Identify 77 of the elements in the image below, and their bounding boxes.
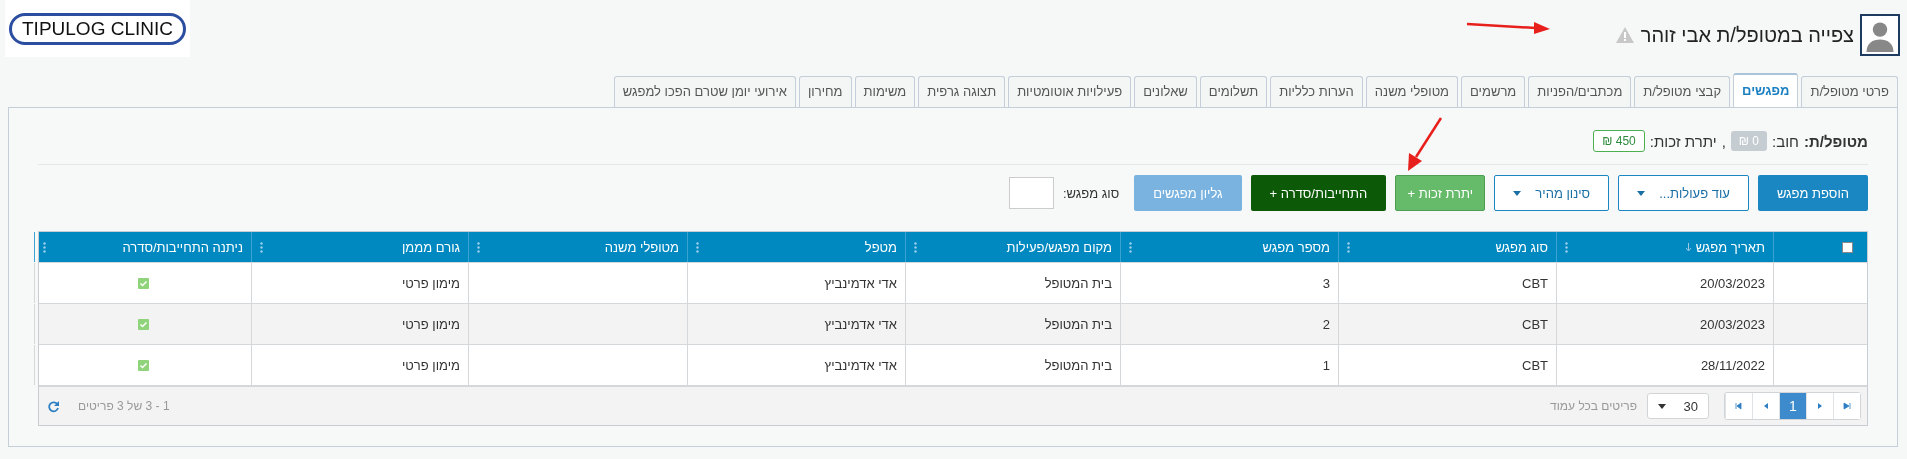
page-button[interactable]: 1: [1779, 393, 1806, 419]
table-cell: מימון פרטי: [401, 316, 460, 332]
tab[interactable]: שאלונים: [1134, 76, 1197, 107]
tab[interactable]: אירועי יומן שטרם הפכו למפגש: [613, 76, 796, 107]
table-cell: 20/03/2023: [1699, 316, 1765, 332]
refresh-icon[interactable]: [47, 399, 60, 413]
credit-label: יתרת זכות:: [1649, 132, 1717, 150]
patient-label: מטופל/ת:: [1803, 132, 1868, 150]
table-cell: בית המטופל: [1044, 357, 1112, 373]
caret-icon: [1637, 190, 1646, 196]
triangle-icon: [1762, 402, 1770, 410]
table-cell: CBT: [1522, 316, 1548, 332]
tab[interactable]: מרשמים: [1461, 76, 1526, 107]
tab[interactable]: מפגשים: [1733, 73, 1799, 107]
tab[interactable]: קבצי מטופל/ת: [1634, 76, 1731, 107]
caret-icon: [1513, 190, 1522, 196]
tab[interactable]: משימות: [854, 76, 916, 107]
column-header[interactable]: מטפל: [864, 239, 897, 255]
column-menu-icon[interactable]: [1565, 241, 1568, 253]
column-menu-icon[interactable]: [43, 241, 46, 253]
column-header[interactable]: תאריך מפגש: [1684, 239, 1765, 255]
avatar-icon: [1860, 14, 1900, 56]
column-menu-icon[interactable]: [1129, 241, 1132, 253]
column-header[interactable]: מטופלי משנה: [604, 239, 679, 255]
page-size-dropdown[interactable]: 30: [1647, 393, 1709, 419]
tab[interactable]: מכתבים/הפניות: [1528, 76, 1632, 107]
tab[interactable]: פרטי מטופל/ת: [1801, 76, 1898, 107]
warning-icon: [1614, 26, 1635, 44]
session-type-field[interactable]: [1008, 177, 1054, 209]
table-cell: אדי אדמינביץ: [824, 316, 897, 332]
tab[interactable]: תשלומים: [1199, 76, 1268, 107]
column-menu-icon[interactable]: [914, 241, 917, 253]
column-menu-icon[interactable]: [260, 241, 263, 253]
debt-amount: ₪ 0: [1730, 131, 1768, 151]
items-summary: 1 - 3 של 3 פריטים: [78, 399, 170, 413]
caret-icon: [1658, 403, 1666, 409]
viewing-notice: צפייה במטופל/ת אבי זוהר: [1640, 23, 1854, 47]
tab[interactable]: פעילויות אוטומטיות: [1008, 76, 1132, 107]
toolbar-button[interactable]: התחייבות/סדרה +: [1250, 175, 1387, 211]
tab[interactable]: מטופלי משנה: [1365, 76, 1459, 107]
tab[interactable]: תצוגה גרפית: [918, 76, 1006, 107]
credit-amount: ₪ 450: [1593, 130, 1645, 152]
column-menu-icon[interactable]: [477, 241, 480, 253]
column-header[interactable]: ניתנה התחייבות/סדרה: [122, 239, 243, 255]
page-size-label: פריטים בכל עמוד: [1550, 399, 1637, 413]
table-cell: 2: [1322, 316, 1330, 332]
table-cell: אדי אדמינביץ: [824, 357, 897, 373]
toolbar-button[interactable]: סינון מהיר: [1494, 175, 1610, 211]
annotation-arrow: [1405, 117, 1443, 171]
table-cell: מימון פרטי: [401, 357, 460, 373]
table-cell: מימון פרטי: [401, 275, 460, 291]
table-cell: בית המטופל: [1044, 275, 1112, 291]
column-header[interactable]: גורם מממן: [401, 239, 460, 255]
column-header[interactable]: סוג מפגש: [1495, 239, 1548, 255]
column-menu-icon[interactable]: [1347, 241, 1350, 253]
table-cell: אדי אדמינביץ: [824, 275, 897, 291]
first-page-button[interactable]: [1833, 393, 1860, 419]
column-header[interactable]: מקום מפגש/פעילות: [1006, 239, 1112, 255]
table-cell: CBT: [1522, 275, 1548, 291]
tab[interactable]: הערות כלליות: [1270, 76, 1363, 107]
column-header[interactable]: מספר מפגש: [1262, 239, 1330, 255]
column-menu-icon[interactable]: [696, 241, 699, 253]
toolbar-button[interactable]: עוד פעולות...: [1618, 175, 1749, 211]
logo: TIPULOG CLINIC: [5, 0, 190, 57]
select-all-checkbox[interactable]: [1842, 241, 1853, 253]
table-cell: CBT: [1522, 357, 1548, 373]
table-cell: 20/03/2023: [1699, 275, 1765, 291]
table-cell: 28/11/2022: [1700, 357, 1765, 373]
table-cell: 1: [1322, 357, 1330, 373]
debt-label: חוב:: [1772, 132, 1799, 150]
table-cell: בית המטופל: [1044, 316, 1112, 332]
tab[interactable]: מחירון: [799, 76, 852, 107]
table-cell: 3: [1322, 275, 1330, 291]
toolbar-button[interactable]: הוספת מפגש: [1757, 175, 1868, 211]
session-type-label: סוג מפגש:: [1062, 185, 1120, 201]
separator: ,: [1721, 132, 1726, 150]
triangle-icon: [1816, 402, 1824, 410]
